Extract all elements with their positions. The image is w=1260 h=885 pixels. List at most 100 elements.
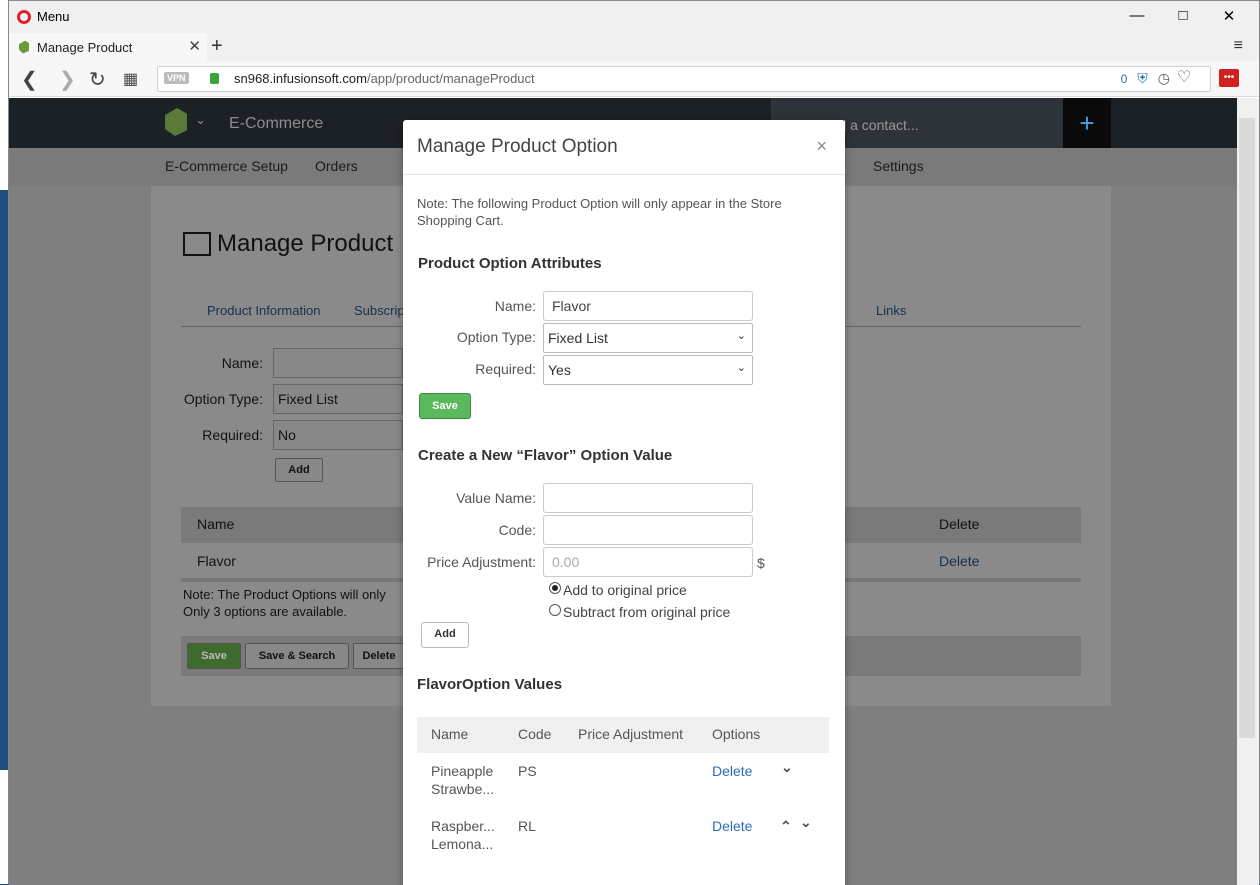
nav-settings[interactable]: Settings	[873, 158, 924, 174]
option-type-value: Fixed List	[548, 330, 608, 346]
option-name-label: Name:	[494, 298, 536, 314]
nav-ecommerce-setup[interactable]: E-Commerce Setup	[165, 158, 288, 174]
bg-add-button[interactable]: Add	[275, 458, 323, 482]
product-box-icon	[183, 232, 211, 256]
bg-required-select[interactable]: No	[273, 420, 403, 450]
bg-col-name: Name	[197, 516, 235, 532]
bg-note-line1: Note: The Product Options will only	[183, 587, 386, 602]
chevron-down-icon: ⌄	[736, 362, 746, 374]
browser-window: Menu — □ ✕ Manage Product ✕ + ≡ ❮ ❯ ↻ ▦ …	[8, 0, 1260, 885]
page-title: Manage Product	[217, 230, 394, 257]
bg-name-input[interactable]	[273, 348, 403, 378]
add-new-icon[interactable]: +	[1063, 98, 1111, 148]
vpn-badge[interactable]: VPN	[164, 72, 189, 84]
address-bar: ❮ ❯ ↻ ▦ VPN sn968.infusionsoft.com/app/p…	[9, 61, 1259, 97]
required-select[interactable]: Yes ⌄	[543, 355, 753, 385]
col-price-adjustment: Price Adjustment	[578, 726, 684, 742]
url-path: /app/product/manageProduct	[366, 71, 535, 86]
row-name-line2: Strawbe...	[431, 781, 495, 797]
reload-icon[interactable]: ↻	[89, 67, 106, 92]
add-price-radio[interactable]	[549, 582, 561, 594]
add-value-button[interactable]: Add	[421, 622, 469, 648]
move-down-icon[interactable]: ⌄	[781, 759, 793, 776]
move-down-icon[interactable]: ⌄	[800, 814, 812, 831]
opera-menu-button[interactable]: Menu	[17, 9, 70, 24]
tab-subscriptions[interactable]: Subscrip	[354, 303, 405, 318]
bg-row-delete-link[interactable]: Delete	[939, 553, 979, 569]
create-value-heading: Create a New “Flavor” Option Value	[418, 447, 673, 464]
infusionsoft-favicon-icon	[19, 40, 29, 54]
bg-delete-button[interactable]: Delete	[353, 643, 405, 669]
back-icon[interactable]: ❮	[21, 67, 38, 92]
chevron-down-icon: ⌄	[736, 330, 746, 342]
scrollbar-thumb[interactable]	[1239, 118, 1255, 738]
speed-dial-icon[interactable]: ▦	[123, 69, 138, 89]
tab-menu-icon[interactable]: ≡	[1234, 37, 1243, 55]
tab-links[interactable]: Links	[876, 303, 906, 318]
close-window-icon[interactable]: ✕	[1217, 7, 1241, 25]
forward-icon[interactable]: ❯	[59, 67, 76, 92]
row-delete-link[interactable]: Delete	[712, 818, 752, 834]
bg-save-button[interactable]: Save	[187, 643, 241, 669]
row-name-line2: Lemona...	[431, 836, 494, 852]
add-price-label: Add to original price	[563, 582, 687, 598]
option-type-select[interactable]: Fixed List ⌄	[543, 323, 753, 353]
subtract-price-radio[interactable]	[549, 604, 561, 616]
currency-symbol: $	[757, 555, 765, 571]
code-input[interactable]	[543, 515, 753, 545]
bg-name-label: Name:	[221, 355, 263, 371]
maximize-icon[interactable]: □	[1171, 7, 1195, 24]
nav-orders[interactable]: Orders	[315, 158, 358, 174]
option-type-label: Option Type:	[456, 329, 536, 345]
tab-close-icon[interactable]: ✕	[188, 37, 201, 55]
code-label: Code:	[498, 522, 536, 538]
price-adjustment-input[interactable]: 0.00	[543, 547, 753, 577]
option-values-heading: FlavorOption Values	[417, 676, 563, 693]
table-row: Raspber... Lemona... RL Delete ⌃ ⌄	[417, 808, 829, 863]
lock-icon[interactable]	[210, 73, 219, 84]
modal-close-icon[interactable]: ×	[816, 136, 827, 157]
opera-logo-icon	[17, 9, 31, 24]
save-option-button[interactable]: Save	[419, 393, 471, 419]
bg-note-line2: Only 3 options are available.	[183, 604, 348, 619]
values-table-header: Name Code Price Adjustment Options	[417, 717, 829, 753]
subtract-price-label: Subtract from original price	[563, 604, 731, 620]
tab-title: Manage Product	[37, 39, 133, 55]
row-delete-link[interactable]: Delete	[712, 763, 752, 779]
option-name-input[interactable]: Flavor	[543, 291, 753, 321]
bg-option-type-label: Option Type:	[183, 391, 263, 407]
logo-chevron-icon[interactable]: ⌄	[195, 112, 206, 128]
value-name-label: Value Name:	[456, 490, 536, 506]
option-values-table: Name Code Price Adjustment Options Pinea…	[417, 717, 829, 863]
new-tab-icon[interactable]: +	[211, 35, 223, 58]
history-icon[interactable]: ◷	[1158, 70, 1170, 87]
tab-bar: Manage Product ✕ + ≡	[9, 33, 1259, 61]
tracker-count: 0	[1120, 71, 1128, 86]
title-bar: Menu — □ ✕	[9, 1, 1259, 33]
table-row: Pineapple Strawbe... PS Delete ⌄	[417, 753, 829, 808]
url-field[interactable]: VPN sn968.infusionsoft.com/app/product/m…	[157, 66, 1211, 92]
heart-icon[interactable]: ♡	[1177, 67, 1191, 87]
infusionsoft-logo-icon[interactable]	[165, 108, 187, 136]
move-up-icon[interactable]: ⌃	[780, 818, 792, 835]
url-icons: 0 ⛨ ◷	[1121, 70, 1170, 87]
row-code: RL	[518, 818, 536, 834]
bg-save-search-button[interactable]: Save & Search	[245, 643, 349, 669]
extension-icon[interactable]: •••	[1219, 69, 1239, 87]
value-name-input[interactable]	[543, 483, 753, 513]
tab-product-information[interactable]: Product Information	[207, 303, 320, 318]
col-name: Name	[431, 726, 469, 742]
page-scrollbar[interactable]	[1237, 98, 1259, 885]
bg-option-type-select[interactable]: Fixed List	[273, 384, 403, 414]
shield-icon[interactable]: ⛨	[1137, 70, 1148, 87]
tab-manage-product[interactable]: Manage Product ✕	[9, 33, 207, 61]
row-code: PS	[518, 763, 537, 779]
bg-row-name: Flavor	[197, 553, 236, 569]
col-options: Options	[712, 726, 761, 742]
col-code: Code	[518, 726, 552, 742]
attributes-heading: Product Option Attributes	[418, 255, 602, 272]
app-section-title: E-Commerce	[229, 115, 324, 132]
minimize-icon[interactable]: —	[1125, 7, 1149, 24]
modal-title: Manage Product Option	[403, 120, 845, 175]
url-host: sn968.infusionsoft.com	[234, 71, 367, 86]
